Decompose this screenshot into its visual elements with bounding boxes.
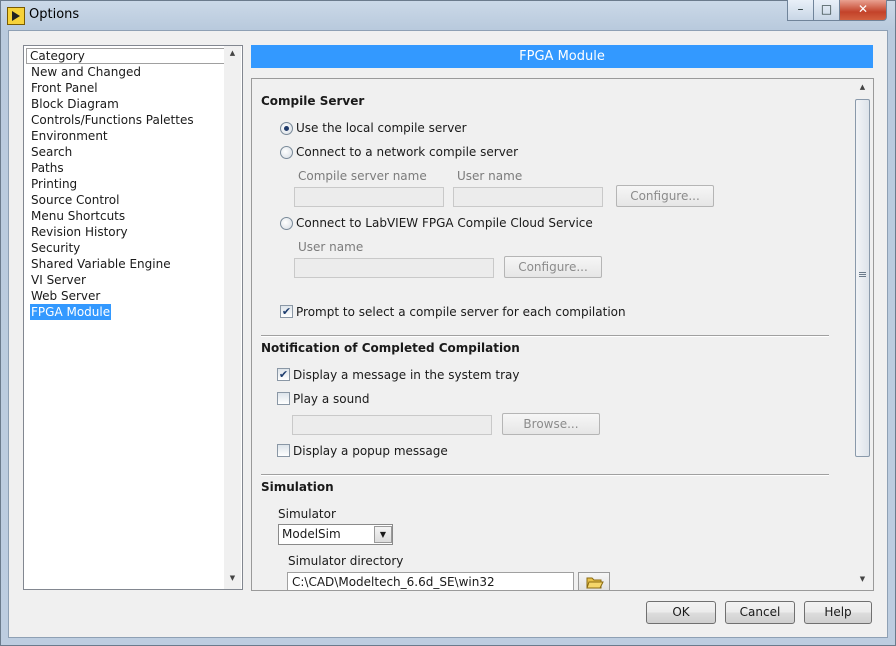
cancel-button[interactable]: Cancel <box>725 601 795 624</box>
network-user-name-label: User name <box>457 169 523 183</box>
sidebar-item-block-diagram[interactable]: Block Diagram <box>30 96 120 112</box>
folder-open-icon[interactable] <box>578 572 610 590</box>
title-bar[interactable]: Options – □ ✕ <box>0 0 896 30</box>
sidebar-item-printing[interactable]: Printing <box>30 176 78 192</box>
window-title: Options <box>29 7 80 22</box>
sidebar-item-front-panel[interactable]: Front Panel <box>30 80 99 96</box>
sidebar-item-new-and-changed[interactable]: New and Changed <box>30 64 142 80</box>
tray-checkbox-label[interactable]: Display a message in the system tray <box>293 368 520 382</box>
sidebar-item-menu-shortcuts[interactable]: Menu Shortcuts <box>30 208 126 224</box>
simulator-directory-label: Simulator directory <box>288 554 404 568</box>
category-header: Category <box>26 48 227 64</box>
sound-file-field[interactable] <box>292 415 492 435</box>
sidebar-item-fpga-module[interactable]: FPGA Module <box>30 304 112 320</box>
ok-button[interactable]: OK <box>646 601 716 624</box>
sidebar-item-vi-server[interactable]: VI Server <box>30 272 87 288</box>
browse-button[interactable]: Browse... <box>502 413 600 435</box>
network-user-name-field[interactable] <box>453 187 603 207</box>
cloud-configure-button[interactable]: Configure... <box>504 256 602 278</box>
compile-server-name-label: Compile server name <box>298 169 427 183</box>
separator-1 <box>261 335 829 337</box>
arrow-down-icon[interactable]: ▼ <box>224 574 241 582</box>
network-configure-button[interactable]: Configure... <box>616 185 714 207</box>
separator-2 <box>261 474 829 476</box>
scrollbar-thumb[interactable] <box>855 99 870 457</box>
simulator-select-value: ModelSim <box>282 527 341 541</box>
sound-checkbox-label[interactable]: Play a sound <box>293 392 369 406</box>
notification-heading: Notification of Completed Compilation <box>261 341 520 355</box>
cloud-user-name-field[interactable] <box>294 258 494 278</box>
sidebar-item-environment[interactable]: Environment <box>30 128 109 144</box>
arrow-up-icon[interactable]: ▲ <box>224 49 241 57</box>
radio-cloud-service[interactable] <box>280 217 293 230</box>
sidebar-item-source-control[interactable]: Source Control <box>30 192 120 208</box>
sidebar-item-search[interactable]: Search <box>30 144 73 160</box>
cloud-user-name-label: User name <box>298 240 364 254</box>
radio-cloud-service-label[interactable]: Connect to LabVIEW FPGA Compile Cloud Se… <box>296 216 593 230</box>
prompt-checkbox-label[interactable]: Prompt to select a compile server for ea… <box>296 305 626 319</box>
simulator-directory-field[interactable]: C:\CAD\Modeltech_6.6d_SE\win32 <box>287 572 574 590</box>
minimize-button[interactable]: – <box>787 0 814 21</box>
category-list[interactable]: Category New and Changed Front Panel Block… <box>23 45 243 590</box>
arrow-down-icon[interactable]: ▼ <box>853 575 872 583</box>
help-button[interactable]: Help <box>804 601 872 624</box>
compile-server-name-field[interactable] <box>294 187 444 207</box>
sidebar-item-controls-functions-palettes[interactable]: Controls/Functions Palettes <box>30 112 195 128</box>
sidebar-item-shared-variable-engine[interactable]: Shared Variable Engine <box>30 256 172 272</box>
prompt-checkbox[interactable]: ✔ <box>280 305 293 318</box>
popup-checkbox[interactable] <box>277 444 290 457</box>
fpga-options-panel: Compile Server Use the local compile ser… <box>251 78 874 591</box>
radio-local-server-label[interactable]: Use the local compile server <box>296 121 467 135</box>
simulation-heading: Simulation <box>261 480 334 494</box>
popup-checkbox-label[interactable]: Display a popup message <box>293 444 448 458</box>
simulator-label: Simulator <box>278 507 336 521</box>
arrow-up-icon[interactable]: ▲ <box>853 83 872 91</box>
sidebar-item-web-server[interactable]: Web Server <box>30 288 101 304</box>
labview-icon <box>7 7 25 25</box>
sidebar-item-paths[interactable]: Paths <box>30 160 65 176</box>
radio-network-server-label[interactable]: Connect to a network compile server <box>296 145 518 159</box>
category-scrollbar[interactable]: ▲ ▼ <box>224 46 241 589</box>
panel-title: FPGA Module <box>251 45 873 68</box>
tray-checkbox[interactable]: ✔ <box>277 368 290 381</box>
chevron-down-icon[interactable]: ▼ <box>374 526 392 543</box>
compile-server-heading: Compile Server <box>261 94 365 108</box>
sidebar-item-security[interactable]: Security <box>30 240 81 256</box>
close-button[interactable]: ✕ <box>839 0 887 21</box>
maximize-button[interactable]: □ <box>813 0 840 21</box>
sidebar-item-revision-history[interactable]: Revision History <box>30 224 129 240</box>
radio-network-server[interactable] <box>280 146 293 159</box>
sound-checkbox[interactable] <box>277 392 290 405</box>
radio-local-server[interactable] <box>280 122 293 135</box>
simulator-select[interactable]: ModelSim ▼ <box>278 524 393 545</box>
panel-scrollbar[interactable]: ▲ ▼ <box>853 79 872 590</box>
